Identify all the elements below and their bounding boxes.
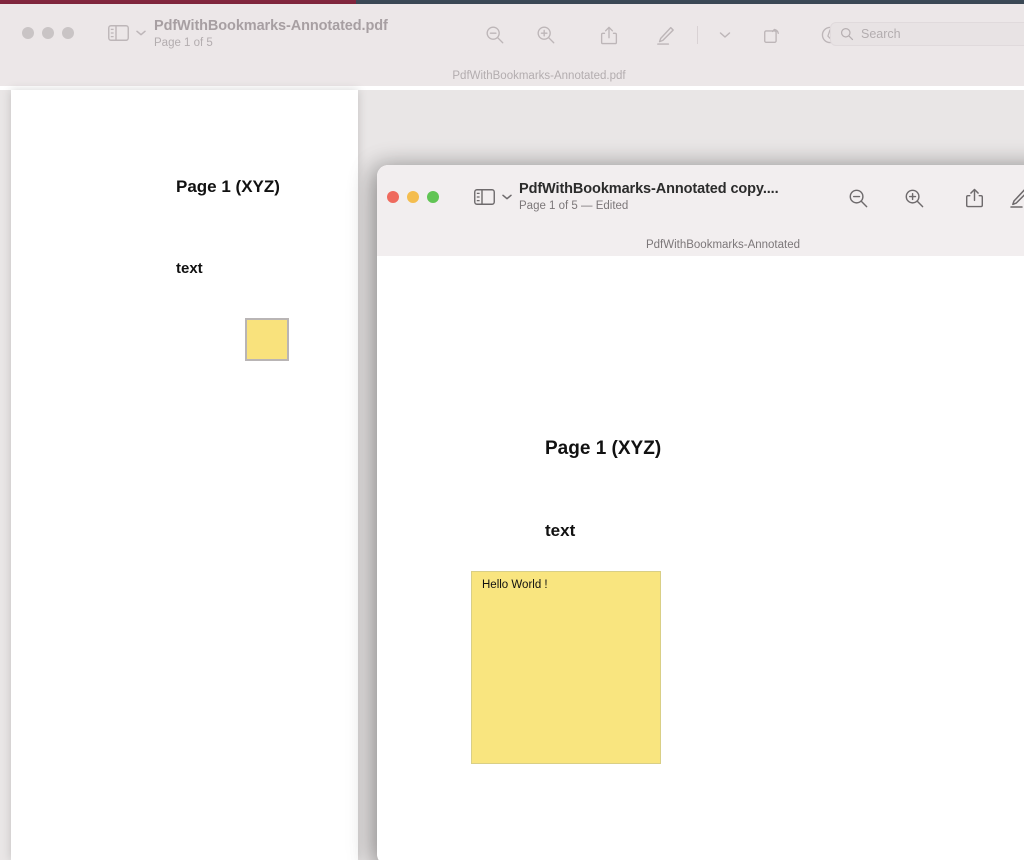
- background-window-titlebar[interactable]: PdfWithBookmarks-Annotated.pdf Page 1 of…: [0, 4, 1024, 86]
- sticky-note-text: Hello World !: [482, 579, 548, 591]
- proxy-document-title: PdfWithBookmarks-Annotated: [645, 239, 801, 251]
- zoom-in-icon[interactable]: [516, 22, 576, 48]
- toolbar-divider: [697, 26, 698, 44]
- sidebar-icon: [474, 189, 495, 205]
- pdf-body-text: text: [545, 521, 576, 540]
- zoom-button[interactable]: [62, 27, 74, 39]
- pdf-sticky-note-annotation[interactable]: [245, 318, 289, 361]
- pdf-body-text: text: [176, 260, 203, 277]
- share-icon[interactable]: [944, 185, 1004, 211]
- background-traffic-lights[interactable]: [22, 27, 74, 39]
- search-placeholder: Search: [861, 27, 901, 41]
- share-icon[interactable]: [576, 22, 642, 48]
- minimize-button[interactable]: [407, 191, 419, 203]
- background-toolbar[interactable]: [474, 22, 859, 48]
- search-field[interactable]: Search: [830, 22, 1024, 46]
- proxy-document-title: PdfWithBookmarks-Annotated.pdf: [452, 70, 626, 82]
- sidebar-toggle-button[interactable]: [108, 25, 146, 41]
- front-toolbar[interactable]: [832, 185, 1024, 211]
- background-window-title-block: PdfWithBookmarks-Annotated.pdf Page 1 of…: [154, 18, 388, 49]
- sidebar-icon: [108, 25, 129, 41]
- close-button[interactable]: [387, 191, 399, 203]
- pdf-page-heading: Page 1 (XYZ): [545, 438, 662, 459]
- markup-pen-icon[interactable]: [1004, 185, 1024, 211]
- front-preview-window[interactable]: PdfWithBookmarks-Annotated copy.... Page…: [377, 165, 1024, 860]
- front-traffic-lights[interactable]: [387, 191, 439, 203]
- zoom-out-icon[interactable]: [474, 22, 516, 48]
- front-document-area[interactable]: Page 1 (XYZ) text Hello World !: [377, 256, 1024, 860]
- pdf-page-heading: Page 1 (XYZ): [176, 177, 280, 196]
- window-title: PdfWithBookmarks-Annotated.pdf: [154, 18, 388, 34]
- zoom-button[interactable]: [427, 191, 439, 203]
- chevron-down-icon[interactable]: [707, 22, 743, 48]
- chevron-down-icon[interactable]: [502, 194, 512, 200]
- pdf-sticky-note-annotation[interactable]: Hello World !: [471, 571, 661, 764]
- window-subtitle: Page 1 of 5: [154, 37, 213, 49]
- chevron-down-icon[interactable]: [136, 30, 146, 36]
- window-title: PdfWithBookmarks-Annotated copy....: [519, 181, 779, 197]
- background-pdf-page[interactable]: Page 1 (XYZ) text: [11, 90, 358, 860]
- front-window-titlebar[interactable]: PdfWithBookmarks-Annotated copy.... Page…: [377, 165, 1024, 256]
- front-pdf-page[interactable]: Page 1 (XYZ) text Hello World !: [378, 256, 1024, 860]
- markup-pen-icon[interactable]: [642, 22, 688, 48]
- rotate-right-icon[interactable]: [743, 22, 801, 48]
- zoom-out-icon[interactable]: [832, 185, 884, 211]
- front-window-title-block: PdfWithBookmarks-Annotated copy.... Page…: [519, 181, 779, 212]
- zoom-in-icon[interactable]: [884, 185, 944, 211]
- search-icon: [840, 27, 854, 41]
- sidebar-toggle-button[interactable]: [474, 189, 512, 205]
- window-subtitle: Page 1 of 5 — Edited: [519, 200, 629, 212]
- minimize-button[interactable]: [42, 27, 54, 39]
- close-button[interactable]: [22, 27, 34, 39]
